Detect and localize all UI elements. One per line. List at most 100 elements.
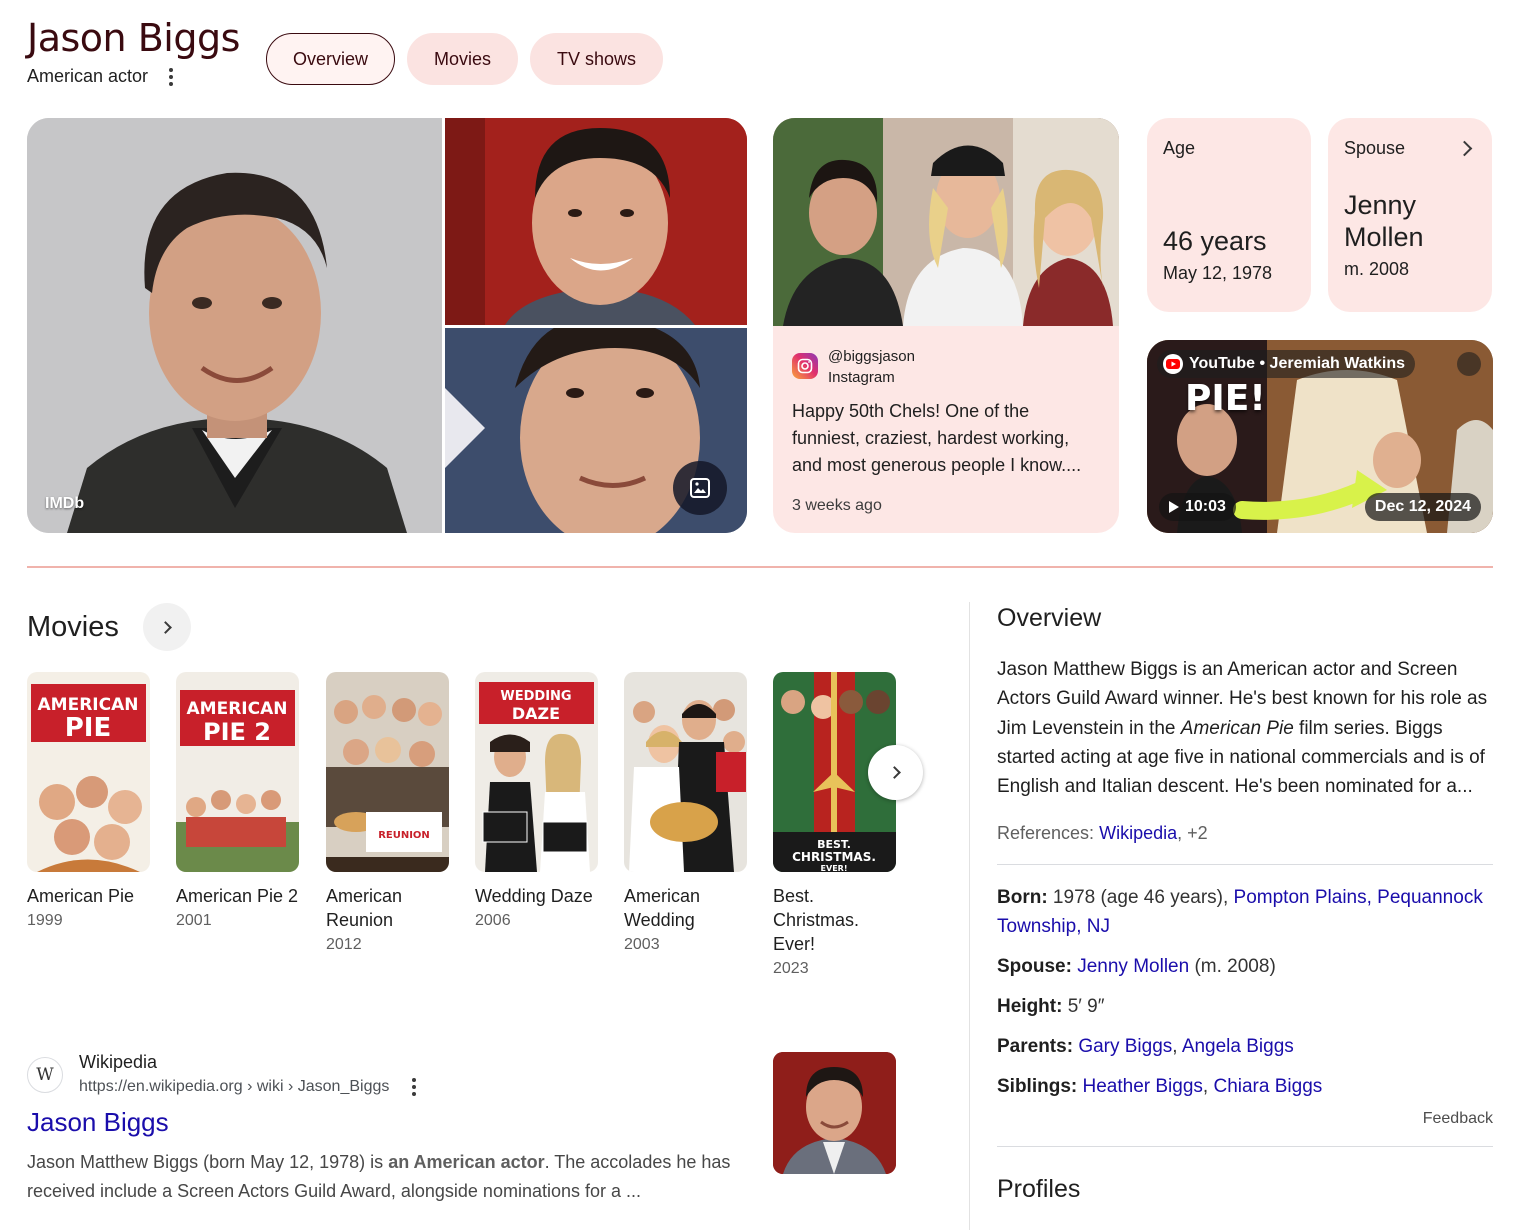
image-gallery-icon xyxy=(690,478,710,498)
list-separator: , xyxy=(1172,1036,1182,1058)
instagram-handle: @biggsjason xyxy=(828,348,915,365)
chevron-right-icon[interactable] xyxy=(1456,140,1473,157)
spouse-name: Jenny Mollen xyxy=(1344,190,1424,252)
movie-card[interactable]: American Wedding 2003 xyxy=(624,672,747,954)
result-url[interactable]: https://en.wikipedia.org › wiki › Jason_… xyxy=(79,1078,389,1096)
thumbnail-portrait xyxy=(773,1052,896,1174)
wikipedia-icon[interactable]: W xyxy=(27,1056,63,1093)
expand-icon[interactable] xyxy=(1457,352,1481,376)
movie-card[interactable]: WEDDING DAZE Wedding Daze 2006 xyxy=(475,672,598,930)
spouse-card[interactable]: Spouse Jenny Mollen m. 2008 xyxy=(1328,118,1492,312)
sibling-link[interactable]: Chiara Biggs xyxy=(1213,1076,1322,1097)
youtube-source: YouTube • Jeremiah Watkins xyxy=(1189,355,1406,372)
movie-year: 2001 xyxy=(176,912,212,929)
chevron-right-icon xyxy=(158,620,172,634)
references-wikipedia-link[interactable]: Wikipedia xyxy=(1099,823,1177,843)
movie-card[interactable]: BEST. CHRISTMAS. EVER! Best. Christmas. … xyxy=(773,672,896,978)
fact-born: Born: 1978 (age 46 years), Pompton Plain… xyxy=(997,883,1493,941)
movie-year: 2003 xyxy=(624,936,660,953)
movie-card[interactable]: AMERICAN PIE American Pie 1999 xyxy=(27,672,150,930)
overview-description: Jason Matthew Biggs is an American actor… xyxy=(997,655,1493,801)
desc-italic: American Pie xyxy=(1180,717,1294,739)
tab-overview[interactable]: Overview xyxy=(266,33,396,85)
tab-movies[interactable]: Movies xyxy=(407,33,519,85)
movie-card[interactable]: REUNION American Reunion 2012 xyxy=(326,672,449,954)
result-url-row: https://en.wikipedia.org › wiki › Jason_… xyxy=(79,1077,423,1097)
carousel-next-button[interactable] xyxy=(868,745,923,800)
svg-text:CHRISTMAS.: CHRISTMAS. xyxy=(792,850,876,864)
list-separator: , xyxy=(1202,1076,1214,1098)
youtube-source-pill: YouTube • Jeremiah Watkins xyxy=(1157,350,1416,378)
more-options-icon[interactable] xyxy=(405,1077,423,1097)
portrait-illustration-2 xyxy=(445,118,747,325)
main-portrait-image[interactable]: IMDb xyxy=(27,118,442,533)
portrait-illustration xyxy=(27,118,442,533)
movie-year: 2006 xyxy=(475,912,511,929)
youtube-video-card[interactable]: PIE! YouTube • Jeremiah Watkins 10:03 De… xyxy=(1147,340,1493,533)
portrait-image-top[interactable] xyxy=(445,118,747,325)
overview-heading: Overview xyxy=(997,604,1102,632)
divider xyxy=(997,1146,1493,1148)
svg-text:REUNION: REUNION xyxy=(378,830,430,841)
movies-header: Movies xyxy=(27,603,191,651)
age-card[interactable]: Age 46 years May 12, 1978 xyxy=(1147,118,1311,312)
movie-title: Wedding Daze xyxy=(475,886,593,906)
references: References: Wikipedia, +2 xyxy=(997,823,1493,844)
sibling-link[interactable]: Heather Biggs xyxy=(1083,1076,1203,1097)
fact-height: Height: 5′ 9″ xyxy=(997,992,1493,1021)
parent-link[interactable]: Angela Biggs xyxy=(1182,1036,1294,1057)
instagram-post-image xyxy=(773,118,1119,326)
movies-more-button[interactable] xyxy=(142,603,191,651)
facts-list: Born: 1978 (age 46 years), Pompton Plain… xyxy=(997,883,1493,1101)
feedback-link[interactable]: Feedback xyxy=(997,1110,1493,1128)
movie-card[interactable]: AMERICAN PIE 2 American Pie 2 2001 xyxy=(176,672,299,930)
fact-label: Parents: xyxy=(997,1036,1074,1058)
movie-poster: REUNION xyxy=(326,672,449,872)
birth-date: May 12, 1978 xyxy=(1163,263,1273,283)
portrait-image-bottom[interactable] xyxy=(445,328,747,533)
header: Jason Biggs American actor xyxy=(27,16,240,87)
fact-label: Spouse: xyxy=(997,956,1072,978)
fact-label: Siblings: xyxy=(997,1076,1078,1098)
video-duration: 10:03 xyxy=(1159,493,1236,521)
svg-text:AMERICAN: AMERICAN xyxy=(38,695,139,715)
poster-american-reunion: REUNION xyxy=(326,672,449,872)
poster-american-wedding xyxy=(624,672,747,872)
age-label: Age xyxy=(1163,138,1196,158)
fact-value: (m. 2008) xyxy=(1189,956,1276,978)
result-source-text: Wikipedia https://en.wikipedia.org › wik… xyxy=(79,1052,423,1097)
duration-text: 10:03 xyxy=(1185,498,1226,515)
snippet-bold: an American actor xyxy=(388,1152,545,1172)
movie-title: American Reunion xyxy=(326,886,403,930)
instagram-post-text: Happy 50th Chels! One of the funniest, c… xyxy=(792,401,1082,475)
chevron-right-icon xyxy=(887,766,901,779)
references-more[interactable]: , +2 xyxy=(1177,823,1208,843)
references-label: References: xyxy=(997,823,1095,844)
fact-parents: Parents: Gary Biggs, Angela Biggs xyxy=(997,1032,1493,1061)
parent-link[interactable]: Gary Biggs xyxy=(1078,1036,1172,1057)
poster-american-pie: AMERICAN PIE xyxy=(27,672,150,872)
instagram-post-card[interactable]: @biggsjason Instagram Happy 50th Chels! … xyxy=(773,118,1119,533)
movies-title: Movies xyxy=(27,610,119,643)
spouse-card-header: Spouse xyxy=(1344,138,1476,159)
movie-year: 2023 xyxy=(773,960,809,977)
spouse-link[interactable]: Jenny Mollen xyxy=(1077,956,1189,977)
age-value: 46 years xyxy=(1163,226,1267,256)
instagram-meta: @biggsjason Instagram xyxy=(828,346,915,388)
svg-text:PIE 2: PIE 2 xyxy=(203,718,271,746)
movie-poster: AMERICAN PIE 2 xyxy=(176,672,299,872)
more-options-icon[interactable] xyxy=(162,67,180,87)
youtube-icon xyxy=(1163,354,1183,374)
fact-value: 5′ 9″ xyxy=(1062,996,1105,1018)
tab-tv-shows[interactable]: TV shows xyxy=(530,33,664,85)
instagram-platform: Instagram xyxy=(828,369,895,386)
fact-siblings: Siblings: Heather Biggs, Chiara Biggs xyxy=(997,1072,1493,1101)
result-thumbnail[interactable] xyxy=(773,1052,896,1174)
instagram-glyph xyxy=(797,358,813,374)
svg-text:PIE: PIE xyxy=(65,713,112,743)
profiles-heading: Profiles xyxy=(997,1175,1081,1204)
result-title-link[interactable]: Jason Biggs xyxy=(27,1107,747,1138)
svg-text:AMERICAN: AMERICAN xyxy=(187,699,288,719)
view-images-button[interactable] xyxy=(673,461,727,515)
knowledge-panel: Overview Jason Matthew Biggs is an Ameri… xyxy=(997,604,1493,1204)
